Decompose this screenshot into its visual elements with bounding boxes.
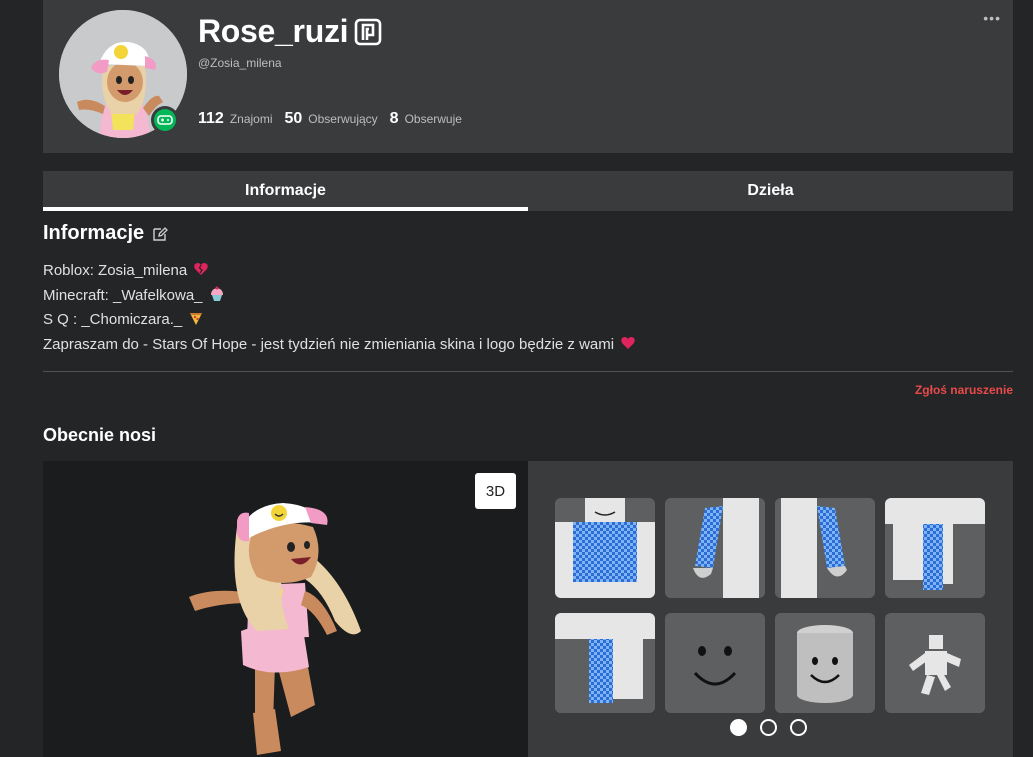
page-dot-3[interactable]	[790, 719, 807, 736]
item-tile[interactable]	[665, 613, 765, 713]
tab-about[interactable]: Informacje	[43, 171, 528, 211]
left-arm-thumbnail	[665, 498, 765, 598]
profile-stats: 112 Znajomi 50 Obserwujący 8 Obserwuje	[198, 110, 474, 128]
profile-page: Rose_ruzi @Zosia_milena 112 Znajomi 50 O…	[0, 0, 1033, 757]
item-tile[interactable]	[555, 613, 655, 713]
item-tile[interactable]	[885, 498, 985, 598]
item-tile[interactable]	[555, 498, 655, 598]
shirt-thumbnail	[555, 498, 655, 598]
about-line-text: S Q : _Chomiczara._	[43, 311, 183, 328]
username: @Zosia_milena	[198, 56, 282, 70]
stat-friends[interactable]: 112 Znajomi	[198, 110, 273, 128]
left-leg-thumbnail	[555, 613, 655, 713]
stat-label: Znajomi	[229, 112, 273, 126]
head-thumbnail	[775, 613, 875, 713]
cupcake-icon	[209, 286, 225, 310]
page-dot-1[interactable]	[730, 719, 747, 736]
about-line-text: Minecraft: _Wafelkowa_	[43, 286, 203, 304]
profile-header: Rose_ruzi @Zosia_milena 112 Znajomi 50 O…	[43, 0, 1013, 153]
stat-value: 50	[284, 110, 303, 127]
presence-indicator[interactable]	[151, 106, 179, 134]
item-tile[interactable]	[665, 498, 765, 598]
tab-creations[interactable]: Dzieła	[528, 171, 1013, 211]
stat-value: 112	[198, 110, 224, 127]
premium-icon	[354, 18, 382, 46]
page-dot-2[interactable]	[760, 719, 777, 736]
carousel-pagination	[730, 719, 820, 736]
about-line: Minecraft: _Wafelkowa_	[43, 285, 636, 310]
stat-following[interactable]: 8 Obserwuje	[390, 110, 462, 128]
report-abuse-link[interactable]: Zgłoś naruszenie	[915, 383, 1013, 397]
more-options-icon[interactable]: •••	[983, 10, 1001, 26]
profile-tabs: Informacje Dzieła	[43, 171, 1013, 211]
about-description: Roblox: Zosia_milena Minecraft: _Wafelko…	[43, 260, 636, 358]
about-line: Zapraszam do - Stars Of Hope - jest tydz…	[43, 334, 636, 359]
stat-label: Obserwuje	[404, 112, 462, 126]
right-arm-thumbnail	[775, 498, 875, 598]
currently-wearing-title: Obecnie nosi	[43, 425, 157, 445]
right-leg-thumbnail	[885, 498, 985, 598]
section-divider	[43, 371, 1013, 372]
avatar-3d-viewer[interactable]: 3D	[43, 461, 528, 757]
stat-label: Obserwujący	[308, 112, 378, 126]
about-line: S Q : _Chomiczara._	[43, 309, 636, 334]
item-tile[interactable]	[775, 498, 875, 598]
stat-value: 8	[389, 110, 399, 127]
heart-icon	[620, 335, 636, 359]
about-section-title: Informacje	[43, 222, 169, 245]
about-line: Roblox: Zosia_milena	[43, 260, 636, 285]
toggle-3d-button[interactable]: 3D	[475, 473, 516, 509]
edit-icon[interactable]	[152, 226, 169, 242]
item-tile[interactable]	[885, 613, 985, 713]
broken-heart-icon	[193, 261, 209, 285]
display-name: Rose_ruzi	[198, 13, 349, 49]
about-line-text: Zapraszam do - Stars Of Hope - jest tydz…	[43, 335, 615, 353]
item-tile[interactable]	[775, 613, 875, 713]
smile-face-thumbnail	[665, 613, 765, 713]
animation-thumbnail	[885, 613, 985, 713]
about-line-text: Roblox: Zosia_milena	[43, 262, 188, 279]
avatar-full-render	[189, 503, 361, 755]
pizza-icon	[188, 310, 204, 334]
wearing-items-panel	[528, 461, 1013, 757]
gamepad-icon	[157, 115, 173, 125]
about-title-text: Informacje	[43, 222, 145, 244]
stat-followers[interactable]: 50 Obserwujący	[285, 110, 378, 128]
